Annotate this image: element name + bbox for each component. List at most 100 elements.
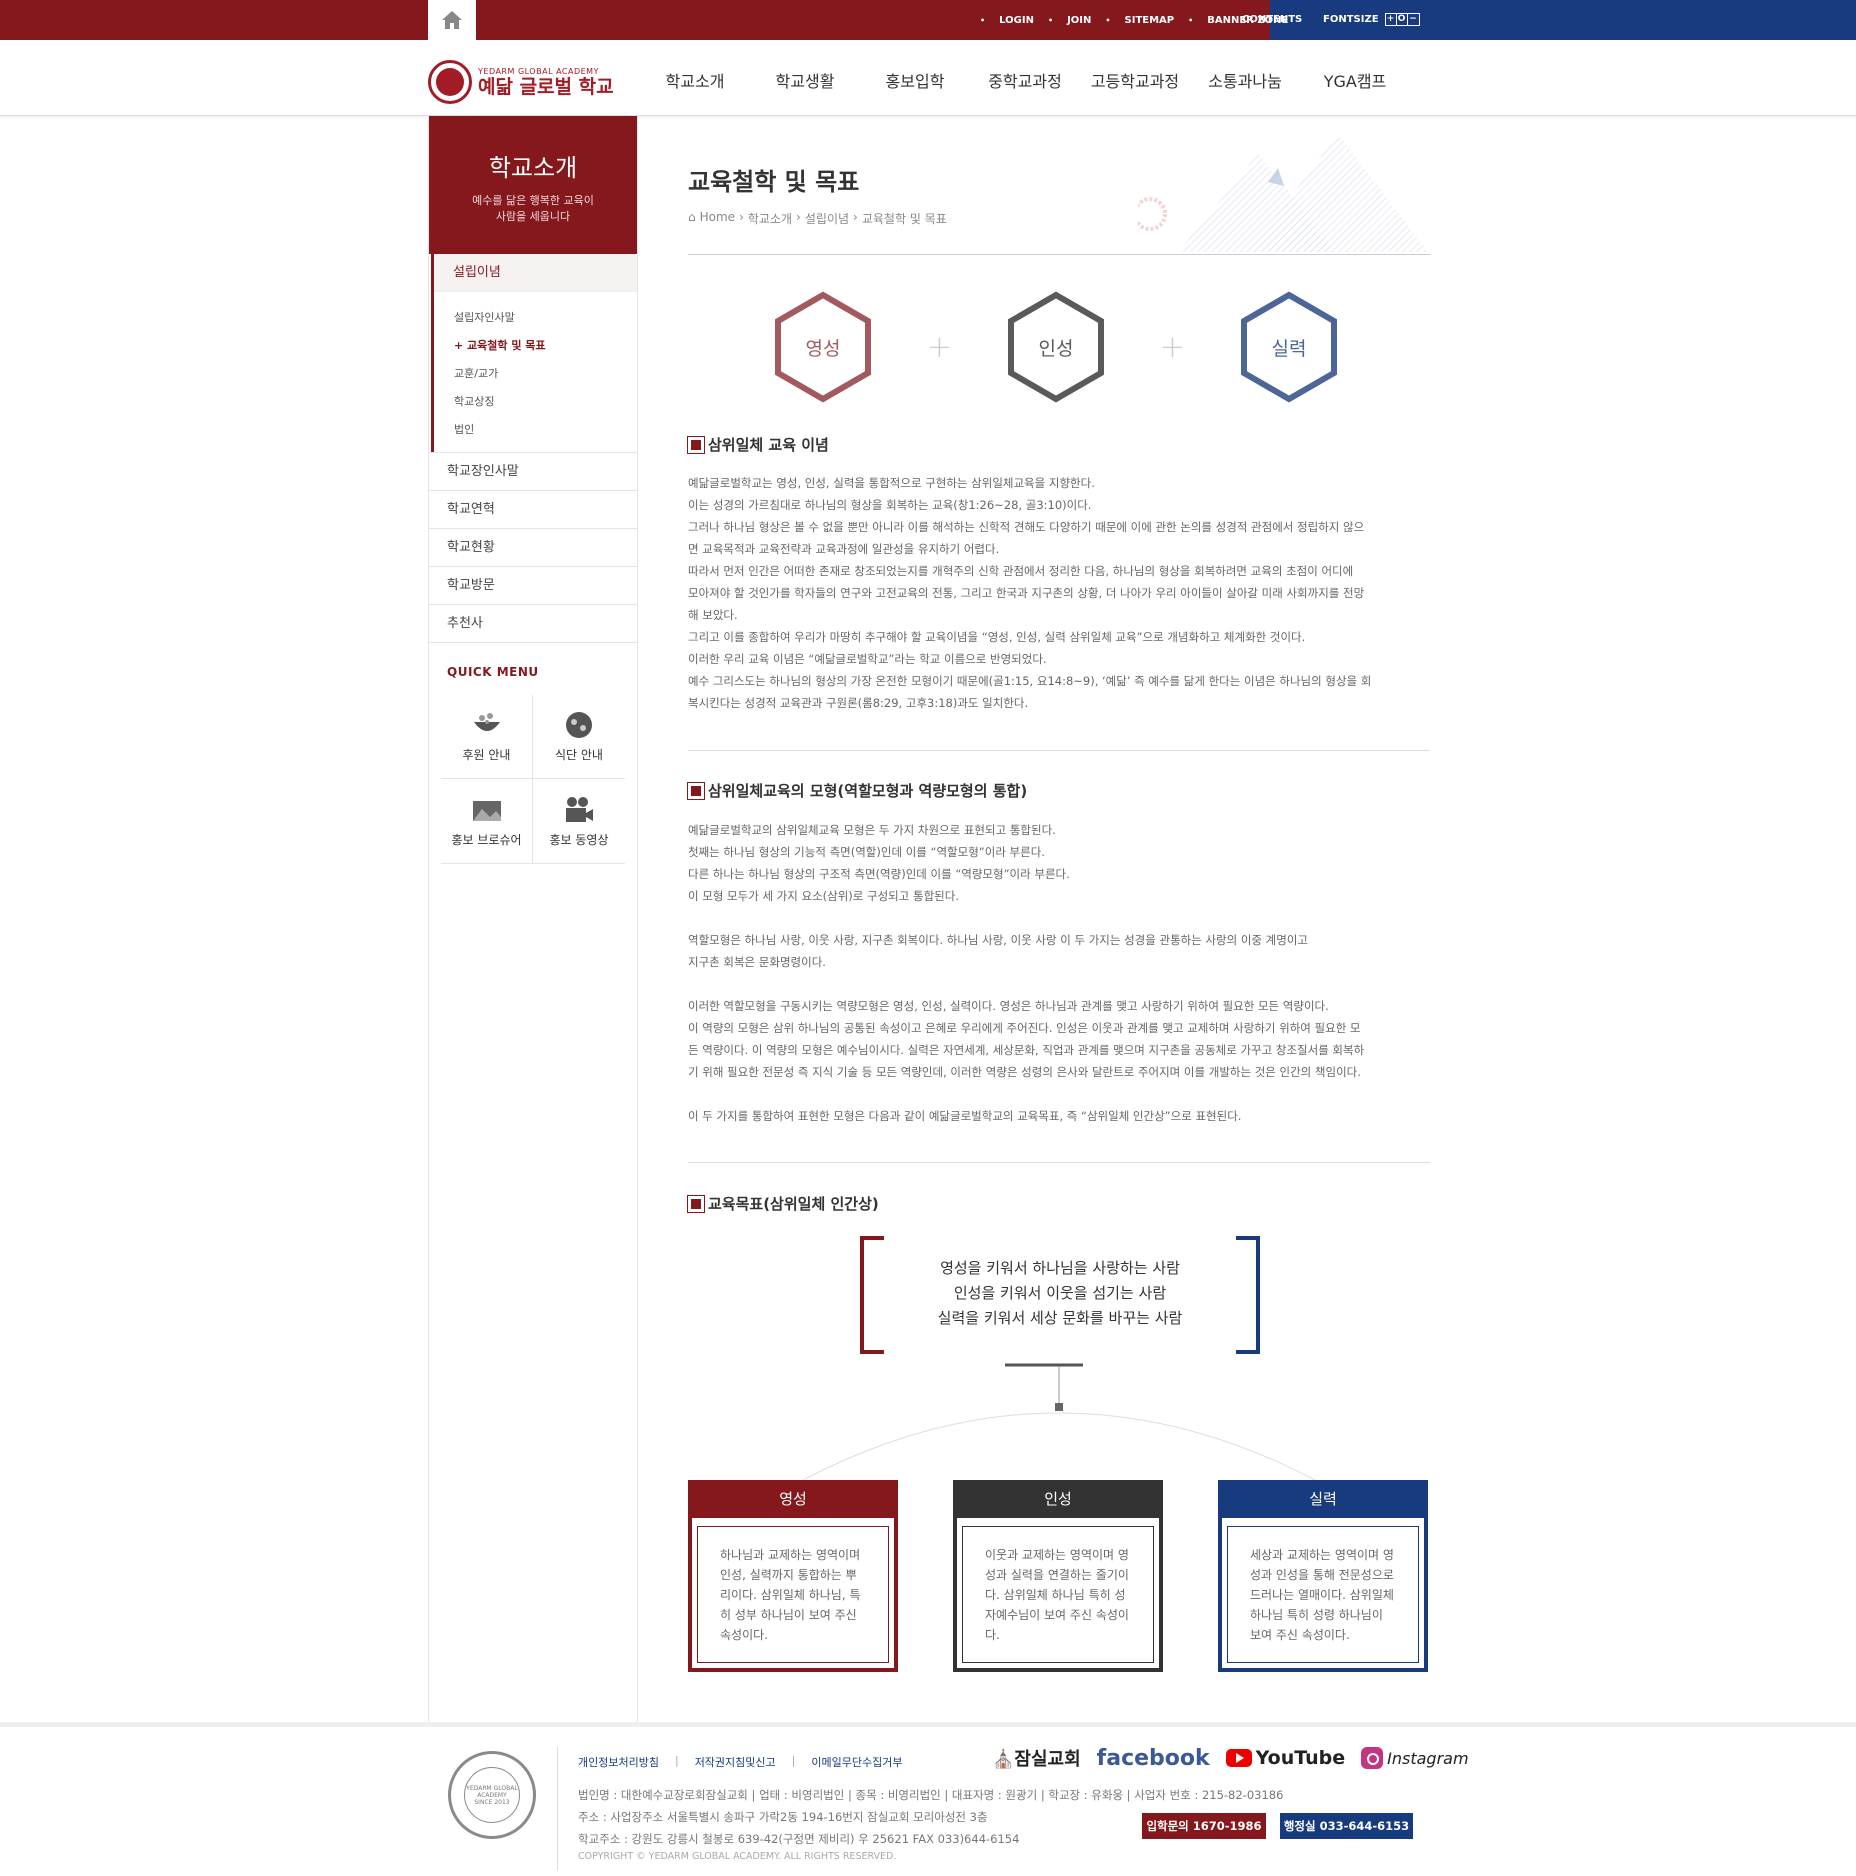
instagram-link[interactable]: Instagram — [1361, 1747, 1469, 1769]
sidebar-active-group: 설립이념 설립자인사말 + 교육철학 및 목표 교훈/교가 학교상징 법인 — [431, 254, 637, 452]
section2-line: 다른 하나는 하나님 형상의 구조적 측면(역량)인데 이를 “역량모형”이라 … — [688, 867, 1070, 881]
breadcrumb-school-intro[interactable]: 학교소개 — [748, 210, 792, 227]
footer-emblem-icon: YEDARM GLOBAL ACADEMY SINCE 2013 — [448, 1751, 536, 1839]
sidebar-sub-list: 설립자인사말 + 교육철학 및 목표 교훈/교가 학교상징 법인 — [434, 292, 637, 452]
facebook-link[interactable]: facebook — [1097, 1746, 1210, 1771]
sns-links: ⛪잠실교회 facebook YouTube Instagram — [992, 1745, 1469, 1771]
admin-phone-button[interactable]: 행정실 033-644-6153 — [1280, 1813, 1413, 1839]
jamsil-church-link[interactable]: ⛪잠실교회 — [992, 1745, 1081, 1771]
nav-yga-camp[interactable]: YGA캠프 — [1300, 68, 1410, 92]
section-divider — [688, 750, 1430, 751]
privacy-policy-link[interactable]: 개인정보처리방침 — [578, 1754, 659, 1770]
section2-blank — [688, 1083, 1430, 1105]
instagram-label: Instagram — [1387, 1748, 1469, 1768]
email-refusal-link[interactable]: 이메일무단수집거부 — [811, 1754, 902, 1770]
sidebar-sub-school-symbol[interactable]: 학교상징 — [454, 388, 637, 416]
nav-admission[interactable]: 홍보입학 — [860, 68, 970, 92]
hexagon-spirituality-label: 영성 — [805, 337, 841, 360]
quick-video[interactable]: 홍보 동영상 — [533, 779, 625, 863]
copyright-policy-link[interactable]: 저작권지침및신고 — [695, 1754, 776, 1770]
section-bullet-icon — [687, 435, 705, 454]
section2-blank — [688, 973, 1430, 995]
hexagon-character: 인성 — [1006, 291, 1106, 403]
card-competence-title: 실력 — [1218, 1480, 1428, 1518]
quick-meal[interactable]: 식단 안내 — [533, 695, 625, 779]
sidebar-item-history[interactable]: 학교연혁 — [429, 491, 637, 529]
sidebar-sub-education-philosophy[interactable]: + 교육철학 및 목표 — [454, 332, 637, 360]
hexagon-competence: 실력 — [1239, 291, 1339, 403]
youtube-label: YouTube — [1255, 1747, 1346, 1769]
footer-copyright: COPYRIGHT © YEDARM GLOBAL ACADEMY. ALL R… — [578, 1851, 897, 1862]
goal-character: 인성을 키워서 이웃을 섬기는 사람 — [953, 1284, 1167, 1302]
quick-video-label: 홍보 동영상 — [549, 832, 609, 847]
brochure-icon — [472, 800, 501, 821]
nav-middle-school[interactable]: 중학교과정 — [970, 68, 1080, 92]
fontsize-control: FONTSIZE + O − — [1323, 13, 1420, 26]
section2-blank — [688, 907, 1430, 929]
sidebar-item-founding-philosophy[interactable]: 설립이념 — [434, 254, 637, 292]
fontsize-decrease-button[interactable]: − — [1408, 14, 1419, 25]
nav-community[interactable]: 소통과나눔 — [1190, 68, 1300, 92]
logo-emblem-icon — [428, 60, 472, 104]
breadcrumb: ⌂ Home › 학교소개 › 설립이념 › 교육철학 및 목표 — [688, 210, 947, 227]
fontsize-reset-button[interactable]: O — [1397, 14, 1408, 25]
admission-phone-button[interactable]: 입학문의 1670-1986 — [1142, 1813, 1266, 1839]
section-divider — [688, 1162, 1430, 1163]
sidebar: 학교소개 예수를 닮은 행복한 교육이 사람을 세웁니다 설립이념 설립자인사말… — [428, 116, 638, 1722]
trinity-hexagons: 영성 + 인성 + 실력 — [773, 291, 1339, 403]
breadcrumb-founding[interactable]: 설립이념 — [805, 210, 849, 227]
join-link[interactable]: JOIN — [1067, 15, 1091, 26]
quick-menu-title: QUICK MENU — [447, 665, 539, 679]
site-logo[interactable]: YEDARM GLOBAL ACADEMY 예닮 글로벌 학교 — [428, 60, 614, 104]
sidebar-item-visit[interactable]: 학교방문 — [429, 567, 637, 605]
donation-icon — [473, 713, 500, 731]
youtube-link[interactable]: YouTube — [1225, 1747, 1346, 1769]
section1-title-text: 삼위일체 교육 이념 — [708, 436, 829, 454]
section1-line: 이러한 우리 교육 이념은 “예닮글로벌학교”라는 학교 이름으로 반영되었다. — [688, 652, 1047, 666]
sidebar-sub-motto-song[interactable]: 교훈/교가 — [454, 360, 637, 388]
breadcrumb-home[interactable]: Home — [700, 210, 735, 227]
sidebar-item-principal-greeting[interactable]: 학교장인사말 — [429, 453, 637, 491]
nav-school-life[interactable]: 학교생활 — [750, 68, 860, 92]
nav-school-intro[interactable]: 학교소개 — [640, 68, 750, 92]
fontsize-label: FONTSIZE — [1323, 14, 1379, 25]
section2-line: 예닮글로벌학교의 삼위일체교육 모형은 두 가지 차원으로 표현되고 통합된다. — [688, 823, 1056, 837]
sidebar-sub-founder-greeting[interactable]: 설립자인사말 — [454, 304, 637, 332]
main-navigation: 학교소개 학교생활 홍보입학 중학교과정 고등학교과정 소통과나눔 YGA캠프 — [640, 68, 1410, 92]
sitemap-link[interactable]: SITEMAP — [1125, 15, 1175, 26]
youtube-icon — [1225, 1749, 1252, 1767]
section1-body: 예닮글로벌학교는 영성, 인성, 실력을 통합적으로 구현하는 삼위일체교육을 … — [688, 472, 1430, 714]
footer-emblem-text: YEDARM GLOBAL ACADEMY — [466, 1784, 518, 1799]
section-title-trinity-model: 삼위일체교육의 모형(역할모형과 역량모형의 통합) — [687, 780, 1027, 801]
sidebar-item-recommendation[interactable]: 추천사 — [429, 605, 637, 643]
instagram-icon — [1361, 1747, 1384, 1769]
section2-line: 첫째는 하나님 형상의 기능적 측면(역할)인데 이를 “역할모형”이라 부른다… — [688, 845, 1045, 859]
site-footer: YEDARM GLOBAL ACADEMY SINCE 2013 개인정보처리방… — [0, 1722, 1856, 1876]
card-competence-text: 세상과 교제하는 영역이며 영성과 인성을 통해 전문성으로 드러나는 열매이다… — [1227, 1526, 1419, 1663]
quick-brochure-label: 홍보 브로슈어 — [451, 832, 522, 847]
section2-line: 이 모형 모두가 세 가지 요소(삼위)로 구성되고 통합된다. — [688, 889, 959, 903]
goal-competence: 실력을 키워서 세상 문화를 바꾸는 사람 — [937, 1309, 1183, 1327]
section3-title-text: 교육목표(삼위일체 인간상) — [708, 1195, 879, 1213]
login-link[interactable]: LOGIN — [999, 15, 1034, 26]
section2-line: 역할모형은 하나님 사랑, 이웃 사랑, 지구촌 회복이다. 하나님 사랑, 이… — [688, 933, 1308, 947]
section2-line: 이 역량의 모형은 삼위 하나님의 공통된 속성이고 은혜로 우리에게 주어진다… — [688, 1021, 1361, 1035]
sidebar-item-status[interactable]: 학교현황 — [429, 529, 637, 567]
footer-emblem-since: SINCE 2013 — [474, 1798, 510, 1806]
quick-brochure[interactable]: 홍보 브로슈어 — [441, 779, 533, 863]
fontsize-increase-button[interactable]: + — [1386, 14, 1397, 25]
plus-icon: + — [1159, 329, 1186, 365]
section1-line: 해 보았다. — [688, 608, 738, 622]
contents-link[interactable]: CONTENTS — [1242, 14, 1302, 25]
home-button[interactable] — [428, 0, 476, 40]
section1-line: 이는 성경의 가르침대로 하나님의 형상을 회복하는 교육(창1:26~28, … — [688, 498, 1092, 512]
hexagon-spirituality: 영성 — [773, 291, 873, 403]
section1-line: 그리고 이를 종합하여 우리가 마땅히 추구해야 할 교육이념을 “영성, 인성… — [688, 630, 1306, 644]
top-utility-bar: • LOGIN • JOIN • SITEMAP • BANNER ZONE CONTE… — [0, 0, 1856, 40]
card-competence: 실력 세상과 교제하는 영역이며 영성과 인성을 통해 전문성으로 드러나는 열… — [1218, 1480, 1428, 1672]
quick-donation[interactable]: 후원 안내 — [441, 695, 533, 779]
nav-high-school[interactable]: 고등학교과정 — [1080, 68, 1190, 92]
card-spirituality-title: 영성 — [688, 1480, 898, 1518]
sidebar-sub-corporation[interactable]: 법인 — [454, 416, 637, 444]
mountain-decoration-icon — [1138, 134, 1428, 252]
